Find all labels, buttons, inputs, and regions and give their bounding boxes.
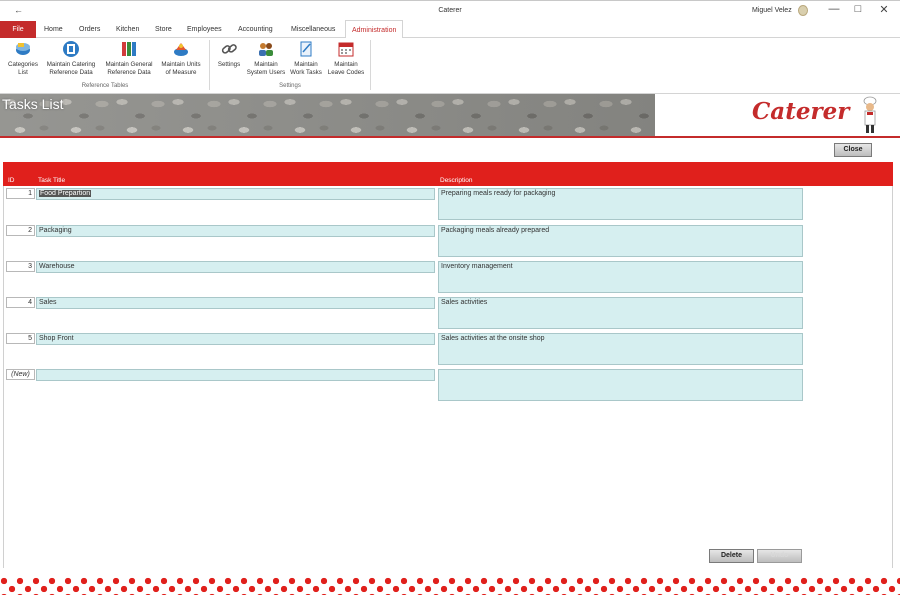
row-id-field[interactable]: 1 bbox=[6, 188, 35, 199]
form-header-banner: Tasks List Caterer bbox=[0, 94, 900, 138]
new-task-title-field[interactable] bbox=[36, 369, 435, 381]
units-label-1: Maintain Units bbox=[161, 61, 201, 68]
catering-reference-label-1: Maintain Catering bbox=[46, 61, 96, 68]
new-description-field[interactable] bbox=[438, 369, 803, 401]
description-field[interactable]: Inventory management bbox=[438, 261, 803, 293]
tab-store[interactable]: Store bbox=[155, 21, 172, 38]
minimize-icon[interactable]: — bbox=[826, 3, 842, 15]
task-title-field[interactable]: Packaging bbox=[36, 225, 435, 237]
row-id-field[interactable]: 5 bbox=[6, 333, 35, 344]
undo-button[interactable]: Undo bbox=[757, 549, 802, 563]
tab-file[interactable]: File bbox=[0, 21, 36, 38]
close-button[interactable]: Close bbox=[834, 143, 872, 157]
calendar-icon bbox=[338, 42, 354, 57]
ribbon-separator bbox=[209, 40, 210, 90]
tab-accounting[interactable]: Accounting bbox=[238, 21, 273, 38]
maintain-catering-reference-button[interactable]: Maintain Catering Reference Data bbox=[42, 40, 100, 76]
chain-link-icon bbox=[221, 44, 237, 54]
system-users-label-1: Maintain bbox=[254, 61, 278, 68]
maintain-system-users-button[interactable]: Maintain System Users bbox=[244, 40, 288, 76]
window-title-bar: ← Caterer Miguel Velez — □ ✕ bbox=[0, 0, 900, 20]
column-header-description: Description bbox=[440, 177, 473, 184]
column-header-id: ID bbox=[8, 177, 15, 184]
user-name[interactable]: Miguel Velez bbox=[752, 7, 792, 14]
new-record-id-field[interactable]: (New) bbox=[6, 369, 35, 380]
delete-button[interactable]: Delete bbox=[709, 549, 754, 563]
maintain-units-button[interactable]: Maintain Units of Measure bbox=[157, 40, 205, 76]
settings-label-1: Settings bbox=[217, 61, 241, 68]
description-field[interactable]: Sales activities at the onsite shop bbox=[438, 333, 803, 365]
caterer-logo-text: Caterer bbox=[752, 98, 850, 125]
users-group-icon bbox=[259, 43, 273, 56]
settings-button[interactable]: Settings bbox=[212, 40, 246, 69]
task-title-field[interactable]: Warehouse bbox=[36, 261, 435, 273]
maximize-icon[interactable]: □ bbox=[850, 3, 866, 15]
categories-list-label-1: Categories bbox=[8, 61, 38, 68]
stone-wall-shade bbox=[0, 94, 655, 138]
page-title: Tasks List bbox=[2, 96, 64, 112]
maintain-general-reference-button[interactable]: Maintain General Reference Data bbox=[101, 40, 157, 76]
description-field[interactable]: Sales activities bbox=[438, 297, 803, 329]
banner-divider bbox=[0, 136, 900, 138]
row-id-field[interactable]: 4 bbox=[6, 297, 35, 308]
units-label-2: of Measure bbox=[165, 68, 197, 76]
categories-list-label-2: List bbox=[18, 68, 28, 76]
work-tasks-icon bbox=[300, 41, 312, 57]
checkered-footer bbox=[0, 577, 900, 595]
reference-tables-group-label: Reference Tables bbox=[81, 83, 129, 89]
general-reference-icon bbox=[122, 42, 136, 56]
categories-list-button[interactable]: Categories List bbox=[4, 40, 42, 76]
general-reference-label-2: Reference Data bbox=[107, 68, 151, 76]
chef-icon bbox=[863, 96, 877, 133]
task-title-field[interactable]: Shop Front bbox=[36, 333, 435, 345]
work-tasks-label-2: Work Tasks bbox=[290, 68, 322, 76]
units-of-measure-icon bbox=[174, 43, 188, 56]
column-header-task-title: Task Title bbox=[38, 177, 66, 184]
tab-miscellaneous[interactable]: Miscellaneous bbox=[291, 21, 335, 38]
maintain-work-tasks-button[interactable]: Maintain Work Tasks bbox=[287, 40, 325, 76]
general-reference-label-1: Maintain General bbox=[105, 61, 153, 68]
task-title-field[interactable]: Food Prepartion bbox=[36, 188, 435, 200]
categories-list-icon bbox=[16, 43, 30, 55]
tab-administration[interactable]: Administration bbox=[345, 20, 404, 39]
system-users-label-2: System Users bbox=[246, 68, 286, 76]
maintain-leave-codes-button[interactable]: Maintain Leave Codes bbox=[325, 40, 367, 76]
close-window-icon[interactable]: ✕ bbox=[876, 3, 892, 16]
row-id-field[interactable]: 3 bbox=[6, 261, 35, 272]
tab-home[interactable]: Home bbox=[44, 21, 63, 38]
ribbon-separator bbox=[370, 40, 371, 90]
description-field[interactable]: Packaging meals already prepared bbox=[438, 225, 803, 257]
task-title-text: Food Prepartion bbox=[39, 190, 92, 197]
description-field[interactable]: Preparing meals ready for packaging bbox=[438, 188, 803, 220]
work-tasks-label-1: Maintain bbox=[294, 61, 318, 68]
ribbon-tab-strip: File Home Orders Kitchen Store Employees… bbox=[0, 20, 900, 39]
ribbon-panel: Categories List Maintain Catering Refere… bbox=[0, 38, 900, 94]
user-avatar-icon[interactable] bbox=[798, 5, 808, 16]
catering-reference-icon bbox=[63, 41, 79, 57]
tab-kitchen[interactable]: Kitchen bbox=[116, 21, 139, 38]
tab-orders[interactable]: Orders bbox=[79, 21, 100, 38]
leave-codes-label-1: Maintain bbox=[334, 61, 358, 68]
leave-codes-label-2: Leave Codes bbox=[327, 68, 365, 76]
grid-header: ID Task Title Description bbox=[3, 162, 893, 186]
row-id-field[interactable]: 2 bbox=[6, 225, 35, 236]
tab-employees[interactable]: Employees bbox=[187, 21, 222, 38]
settings-group-label: Settings bbox=[279, 83, 301, 89]
catering-reference-label-2: Reference Data bbox=[49, 68, 93, 76]
task-title-field[interactable]: Sales bbox=[36, 297, 435, 309]
